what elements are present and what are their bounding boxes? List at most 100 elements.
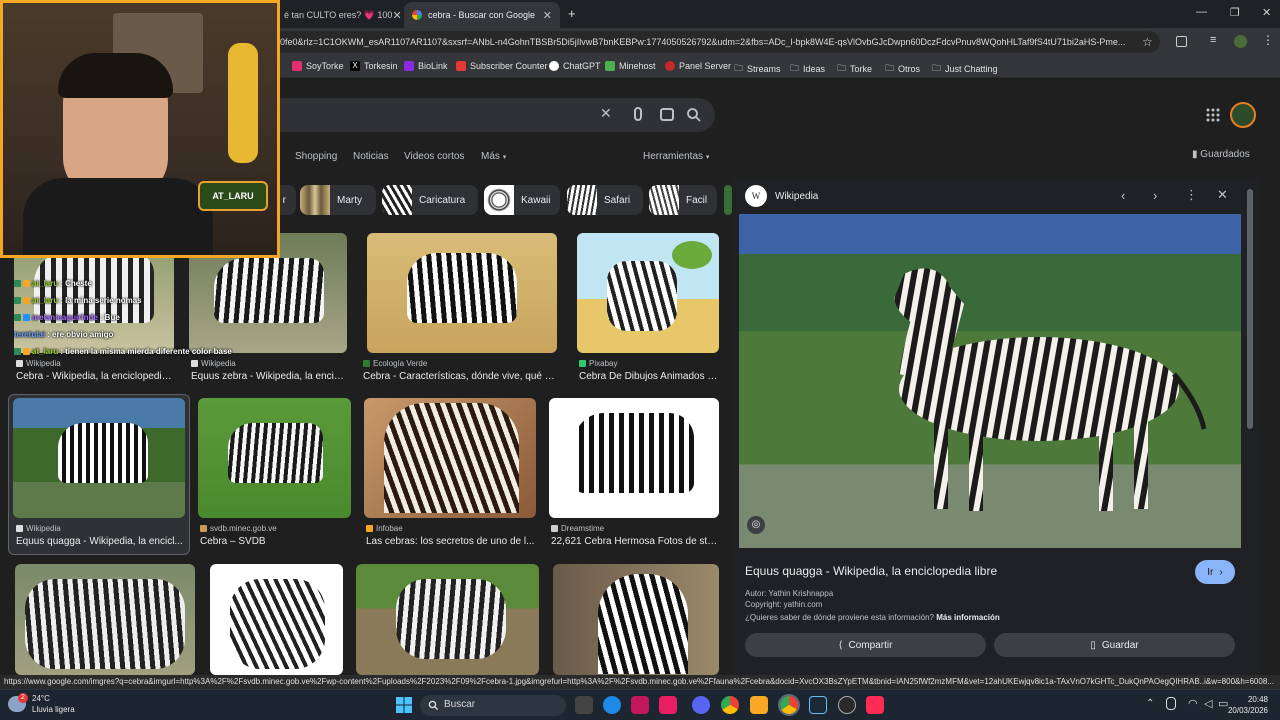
filter-videos-cortos[interactable]: Videos cortos	[404, 151, 464, 162]
taskbar-search[interactable]: Buscar	[420, 695, 566, 716]
battery-icon[interactable]: ▭	[1218, 697, 1228, 710]
tray-overflow-icon[interactable]: ⌃	[1146, 698, 1154, 709]
edge-icon[interactable]	[603, 696, 621, 714]
result-title[interactable]: Equus zebra - Wikipedia, la encic...	[191, 371, 347, 382]
bookmark-chatgpt[interactable]: ChatGPT	[549, 61, 601, 71]
result-image[interactable]	[553, 564, 719, 675]
volume-icon[interactable]: ◁	[1204, 697, 1212, 710]
menu-kebab-icon[interactable]: ⋮	[1262, 33, 1274, 47]
result-image[interactable]	[15, 564, 195, 675]
panel-scrollbar[interactable]	[1247, 189, 1253, 429]
save-button[interactable]: ▯ Guardar	[994, 633, 1235, 657]
search-icon[interactable]	[686, 107, 702, 123]
saved-button[interactable]: ▮ Guardados	[1192, 149, 1250, 160]
chip-next-partial[interactable]	[724, 185, 732, 215]
result-image[interactable]	[549, 398, 719, 518]
account-avatar[interactable]	[1230, 102, 1256, 128]
previous-icon[interactable]: ‹	[1121, 188, 1125, 203]
chrome-icon[interactable]	[721, 696, 739, 714]
tab-cebra[interactable]: cebra - Buscar con Google ✕	[404, 2, 560, 28]
profile-avatar[interactable]	[1234, 35, 1247, 48]
result-image[interactable]	[13, 398, 185, 518]
task-view-icon[interactable]	[575, 696, 593, 714]
dropdown-arrow-icon: ▾	[705, 154, 710, 161]
result-title[interactable]: Equus quagga - Wikipedia, la encicl...	[16, 536, 186, 547]
webcam-overlay: AT_LARU	[0, 0, 280, 258]
chip-safari[interactable]: Safari	[567, 185, 643, 215]
clock[interactable]: 20:48 20/03/2026	[1228, 694, 1268, 716]
bookmark-torkesin[interactable]: X Torkesin	[350, 61, 398, 71]
bookmark-star-icon[interactable]: ☆	[1142, 35, 1153, 49]
voice-search-icon[interactable]	[634, 107, 642, 121]
result-title[interactable]: Las cebras: los secretos de uno de l...	[366, 536, 536, 547]
chip-marty[interactable]: Marty	[300, 185, 376, 215]
apps-grid-icon[interactable]	[1206, 108, 1220, 122]
link-status-url: https://www.google.com/imgres?q=cebra&im…	[0, 675, 1280, 689]
share-button[interactable]: ⟨ Compartir	[745, 633, 986, 657]
bookmark-minehost[interactable]: Minehost	[605, 61, 656, 71]
chip-kawaii[interactable]: Kawaii	[484, 185, 560, 215]
reading-list-icon[interactable]: ≡	[1210, 34, 1216, 46]
more-info-link[interactable]: Más información	[936, 613, 1000, 622]
result-title[interactable]: Cebra - Wikipedia, la enciclopedia...	[16, 371, 174, 382]
result-title[interactable]: Cebra De Dibujos Animados -...	[579, 371, 719, 382]
file-explorer-icon[interactable]	[750, 696, 768, 714]
result-image[interactable]	[210, 564, 343, 675]
new-tab-button[interactable]: +	[568, 6, 576, 21]
result-title[interactable]: 22,621 Cebra Hermosa Fotos de sto...	[551, 536, 721, 547]
app-icon[interactable]	[631, 696, 649, 714]
bookmark-panel-server[interactable]: Panel Server	[665, 61, 731, 71]
chrome-active-icon[interactable]	[778, 694, 800, 716]
discord-icon[interactable]	[692, 696, 710, 714]
instagram-icon[interactable]	[659, 696, 677, 714]
bookmark-folder-otros[interactable]: 🗀 Otros	[885, 61, 920, 77]
result-image[interactable]	[364, 398, 536, 518]
chip-facil[interactable]: Facil	[649, 185, 717, 215]
filter-shopping[interactable]: Shopping	[295, 151, 337, 162]
minimize-icon[interactable]: —	[1196, 6, 1207, 18]
result-title[interactable]: Cebra – SVDB	[200, 536, 350, 547]
weather-widget[interactable]: 2 24°C Lluvia ligera	[8, 693, 75, 715]
result-image[interactable]	[367, 233, 557, 353]
steam-icon[interactable]	[809, 696, 827, 714]
chip-thumbnail	[484, 185, 514, 215]
wifi-icon[interactable]: ◠	[1188, 697, 1198, 710]
go-button[interactable]: Ir ›	[1195, 560, 1235, 584]
panel-source[interactable]: Wikipedia	[775, 191, 818, 202]
more-options-icon[interactable]: ⋮	[1185, 187, 1198, 203]
result-image[interactable]	[356, 564, 539, 675]
filter-noticias[interactable]: Noticias	[353, 151, 389, 162]
bookmark-folder-ideas[interactable]: 🗀 Ideas	[790, 61, 825, 77]
result-image[interactable]	[198, 398, 351, 518]
close-tab-icon[interactable]: ✕	[392, 9, 401, 22]
obs-icon[interactable]	[838, 696, 856, 714]
result-image[interactable]	[577, 233, 719, 353]
close-window-icon[interactable]: ✕	[1262, 6, 1271, 19]
maximize-icon[interactable]: ❐	[1230, 6, 1240, 19]
lens-icon[interactable]: ◎	[747, 516, 765, 534]
next-icon[interactable]: ›	[1153, 188, 1157, 203]
tiktok-icon[interactable]	[866, 696, 884, 714]
panel-title[interactable]: Equus quagga - Wikipedia, la enciclopedi…	[745, 564, 997, 578]
extensions-icon[interactable]	[1176, 36, 1187, 47]
result-title[interactable]: Cebra - Características, dónde vive, qué…	[363, 371, 559, 382]
close-panel-icon[interactable]: ✕	[1217, 187, 1228, 203]
microphone-icon[interactable]	[1166, 697, 1176, 710]
chip-caricatura[interactable]: Caricatura	[382, 185, 478, 215]
preview-image[interactable]	[739, 214, 1241, 548]
filter-mas[interactable]: Más ▾	[481, 151, 506, 162]
close-tab-icon[interactable]: ✕	[543, 9, 552, 22]
bookmark-biolink[interactable]: BioLink	[404, 61, 448, 71]
tab-culto[interactable]: é tan CULTO eres? 💗 100 ✕	[276, 2, 404, 28]
bookmark-folder-torke[interactable]: 🗀 Torke	[837, 61, 872, 77]
search-box[interactable]: ✕	[260, 98, 715, 132]
tools-button[interactable]: Herramientas ▾	[643, 151, 709, 162]
address-bar[interactable]: 0fe0&rlz=1C1OKWM_esAR1107AR1107&sxsrf=AN…	[270, 31, 1160, 53]
bookmark-soytorke[interactable]: SoyTorke	[292, 61, 344, 71]
clear-search-icon[interactable]: ✕	[600, 105, 612, 122]
bookmark-subscriber-counter[interactable]: Subscriber Counter	[456, 61, 548, 71]
bookmark-folder-streams[interactable]: 🗀 Streams	[734, 61, 781, 77]
windows-start-icon[interactable]	[396, 697, 412, 713]
bookmark-folder-just-chatting[interactable]: 🗀 Just Chatting	[932, 61, 998, 77]
lens-search-icon[interactable]	[660, 108, 674, 121]
